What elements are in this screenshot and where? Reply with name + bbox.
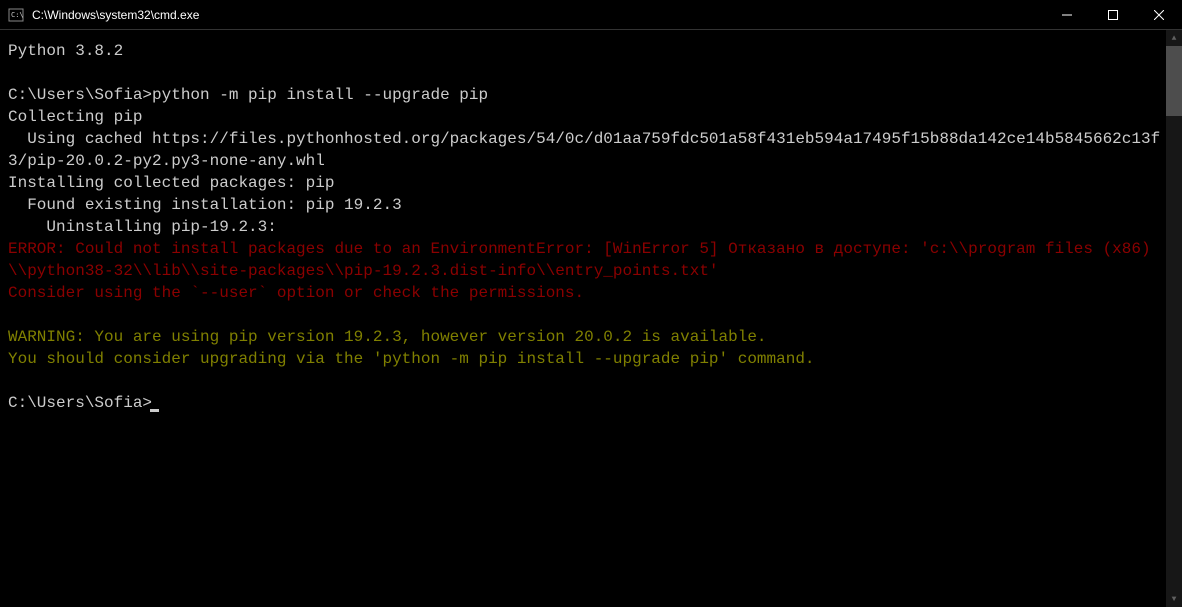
terminal-line: [8, 62, 1162, 84]
cmd-window: C:\ C:\Windows\system32\cmd.exe Python 3…: [0, 0, 1182, 607]
svg-text:C:\: C:\: [11, 11, 24, 19]
terminal-line: Collecting pip: [8, 106, 1162, 128]
terminal-line: Python 3.8.2: [8, 40, 1162, 62]
minimize-button[interactable]: [1044, 0, 1090, 29]
terminal-line: Uninstalling pip-19.2.3:: [8, 216, 1162, 238]
window-title: C:\Windows\system32\cmd.exe: [32, 8, 1044, 22]
terminal-output: Python 3.8.2 C:\Users\Sofia>python -m pi…: [8, 40, 1182, 414]
titlebar[interactable]: C:\ C:\Windows\system32\cmd.exe: [0, 0, 1182, 30]
cursor: [150, 409, 159, 412]
cmd-icon: C:\: [8, 7, 24, 23]
terminal-line: You should consider upgrading via the 'p…: [8, 348, 1162, 370]
terminal-body[interactable]: Python 3.8.2 C:\Users\Sofia>python -m pi…: [0, 30, 1182, 607]
terminal-line: ERROR: Could not install packages due to…: [8, 238, 1162, 282]
terminal-line: [8, 370, 1162, 392]
terminal-line: Consider using the `--user` option or ch…: [8, 282, 1162, 304]
scrollbar[interactable]: ▲ ▼: [1166, 30, 1182, 607]
scroll-down-icon[interactable]: ▼: [1166, 591, 1182, 607]
terminal-line: Found existing installation: pip 19.2.3: [8, 194, 1162, 216]
scroll-up-icon[interactable]: ▲: [1166, 30, 1182, 46]
terminal-line: Using cached https://files.pythonhosted.…: [8, 128, 1162, 172]
terminal-prompt[interactable]: C:\Users\Sofia>: [8, 392, 1162, 414]
maximize-button[interactable]: [1090, 0, 1136, 29]
scroll-thumb[interactable]: [1166, 46, 1182, 116]
terminal-line: WARNING: You are using pip version 19.2.…: [8, 326, 1162, 348]
close-button[interactable]: [1136, 0, 1182, 29]
terminal-line: [8, 304, 1162, 326]
window-controls: [1044, 0, 1182, 29]
terminal-line: Installing collected packages: pip: [8, 172, 1162, 194]
terminal-line: C:\Users\Sofia>python -m pip install --u…: [8, 84, 1162, 106]
